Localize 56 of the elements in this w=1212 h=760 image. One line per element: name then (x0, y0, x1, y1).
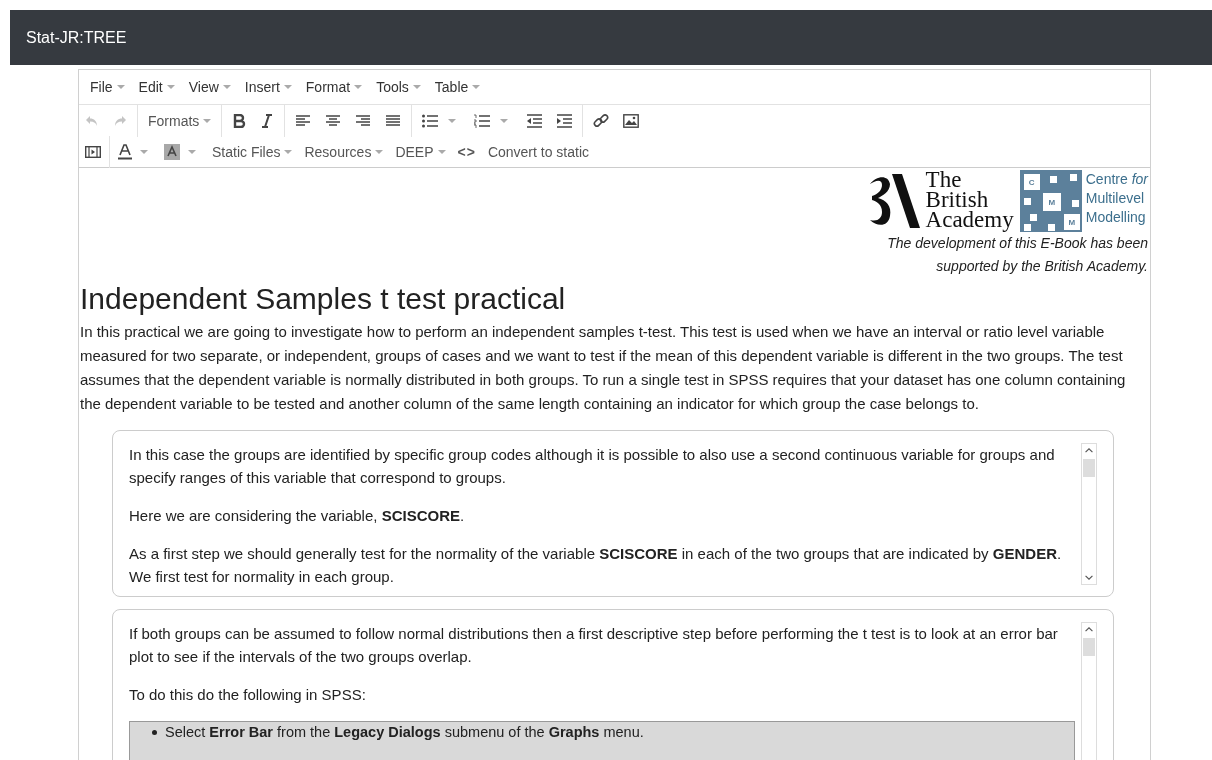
scroll-down-icon[interactable] (1085, 575, 1093, 580)
text-color-icon[interactable] (118, 144, 132, 160)
convert-button[interactable]: Convert to static (487, 144, 590, 160)
scrollbar-thumb[interactable] (1083, 638, 1095, 656)
background-color-icon[interactable] (164, 144, 180, 160)
formats-dropdown[interactable]: Formats (148, 113, 212, 129)
panel-paragraph: Here we are considering the variable, SCISCORE. (129, 506, 466, 526)
outdent-icon[interactable] (526, 114, 543, 128)
menu-item[interactable]: View (181, 79, 238, 95)
align-justify-icon[interactable] (385, 114, 402, 128)
academy-name-line: Academy (925, 210, 1014, 230)
instruction-step: Select Error Bar from the Legacy Dialogs submenu of the Graphs menu. (165, 724, 644, 740)
scrollbar[interactable] (1081, 622, 1097, 760)
sponsor-caption: The development of this E-Book has been (887, 234, 1148, 253)
academy-name-line: The (925, 170, 962, 190)
logo-letter: C (1023, 174, 1040, 190)
bold-icon[interactable] (232, 114, 247, 128)
menu-item[interactable]: Insert (237, 79, 299, 95)
align-left-icon[interactable] (295, 114, 312, 128)
bullet-icon (152, 729, 157, 735)
intro-paragraph: In this practical we are going to investigate how to perform an independent samples t-test. This test is used when we have an interval or ratio level variable measured for two separate, or independent, groups of cases and we want to test if the mean of this dependent variable is different in the two groups. The test assumes that the dependent variable is normally distributed in both groups. To run a single test in SPSS requires that your dataset has one column containing the dependent variable to be tested and another column of the same length containing an indicator for which group the case belongs to. (80, 322, 1127, 414)
toolbar-dropdown[interactable]: DEEP (395, 144, 446, 160)
menu-item[interactable]: Table (427, 79, 488, 95)
panel-paragraph: As a first step we should generally test for the normality of the variable SCISCORE in each of the two groups that are indicated by GENDER. We first test for normality in each group. (129, 544, 1063, 587)
toolbar-dropdown[interactable]: Resources (304, 144, 384, 160)
image-icon[interactable] (623, 114, 640, 128)
page-heading: Independent Samples t test practical (80, 282, 567, 316)
numbered-list-icon[interactable] (474, 114, 491, 128)
link-icon[interactable] (593, 113, 610, 129)
logo-letter: M (1063, 214, 1080, 230)
academy-name-line: British (925, 190, 989, 210)
scrollbar-thumb[interactable] (1083, 459, 1095, 477)
source-code-button[interactable]: <> (457, 144, 476, 160)
scroll-up-icon[interactable] (1085, 627, 1093, 632)
menu-item[interactable]: Tools (369, 79, 428, 95)
toolbar-dropdown[interactable]: Static Files (212, 144, 293, 160)
scrollbar[interactable] (1081, 443, 1097, 585)
app-title: Stat-JR:TREE (26, 28, 127, 47)
panel-paragraph: To do this do the following in SPSS: (129, 685, 367, 705)
bullet-list-icon[interactable] (422, 114, 439, 128)
menu-item[interactable]: Edit (131, 79, 182, 95)
menu-item[interactable]: Format (298, 79, 370, 95)
sponsor-caption: supported by the British Academy. (936, 257, 1148, 276)
menu-item[interactable]: File (83, 79, 132, 95)
centre-name-line: Multilevel (1085, 189, 1146, 208)
media-icon[interactable] (85, 146, 101, 158)
logo-letter: M (1042, 193, 1061, 211)
centre-name-line: Centre for (1085, 170, 1148, 189)
centre-name-line: Modelling (1085, 208, 1147, 227)
panel-paragraph: In this case the groups are identified by specific group codes although it is possible to also use a second continuous variable for groups and specify ranges of this variable that correspond to groups. (129, 445, 1056, 488)
panel-paragraph: If both groups can be assumed to follow normal distributions then a first descriptive step before performing the t test is to look at an error bar plot to see if the intervals of the two groups overlap. (129, 624, 1059, 667)
indent-icon[interactable] (556, 114, 573, 128)
align-center-icon[interactable] (325, 114, 342, 128)
italic-icon[interactable] (260, 114, 275, 128)
align-right-icon[interactable] (355, 114, 372, 128)
scroll-up-icon[interactable] (1085, 448, 1093, 453)
